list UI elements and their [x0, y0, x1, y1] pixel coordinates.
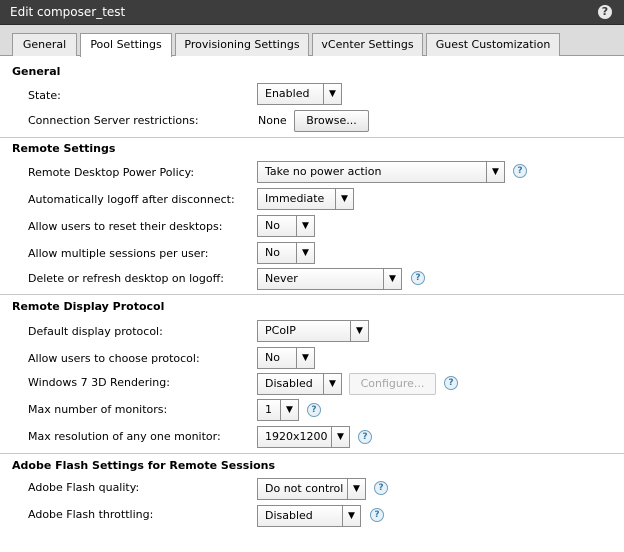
- tab-vcenter-settings[interactable]: vCenter Settings: [312, 33, 423, 56]
- help-icon[interactable]: ?: [598, 5, 612, 19]
- help-icon[interactable]: ?: [307, 403, 321, 417]
- help-icon[interactable]: ?: [444, 376, 458, 390]
- 3d-rendering-label: Windows 7 3D Rendering:: [28, 376, 170, 389]
- multiple-sessions-label: Allow multiple sessions per user:: [28, 247, 209, 260]
- max-monitors-dropdown[interactable]: 1 ▼: [257, 399, 299, 421]
- section-title-adobe-flash: Adobe Flash Settings for Remote Sessions: [12, 459, 276, 472]
- help-icon[interactable]: ?: [411, 271, 425, 285]
- max-monitors-label: Max number of monitors:: [28, 403, 168, 416]
- display-protocol-dropdown[interactable]: PCoIP ▼: [257, 320, 369, 342]
- chevron-down-icon: ▼: [323, 84, 341, 104]
- state-label: State:: [28, 89, 61, 102]
- connection-server-value: None: [258, 114, 287, 127]
- browse-button[interactable]: Browse...: [294, 110, 369, 132]
- connection-server-label: Connection Server restrictions:: [28, 114, 199, 127]
- chevron-down-icon: ▼: [296, 216, 314, 236]
- tab-provisioning-settings[interactable]: Provisioning Settings: [175, 33, 309, 56]
- chevron-down-icon: ▼: [486, 162, 504, 182]
- flash-quality-value: Do not control: [265, 482, 344, 495]
- tab-pool-settings[interactable]: Pool Settings: [80, 33, 172, 57]
- chevron-down-icon: ▼: [347, 479, 365, 499]
- logoff-label: Automatically logoff after disconnect:: [28, 193, 235, 206]
- flash-throttling-label: Adobe Flash throttling:: [28, 508, 154, 521]
- display-protocol-value: PCoIP: [265, 324, 296, 337]
- divider: [0, 294, 624, 295]
- chevron-down-icon: ▼: [383, 269, 401, 289]
- help-icon[interactable]: ?: [513, 164, 527, 178]
- help-icon[interactable]: ?: [374, 481, 388, 495]
- logoff-value: Immediate: [265, 192, 325, 205]
- chevron-down-icon: ▼: [323, 374, 341, 394]
- help-icon[interactable]: ?: [358, 430, 372, 444]
- power-policy-dropdown[interactable]: Take no power action ▼: [257, 161, 505, 183]
- configure-button[interactable]: Configure...: [349, 373, 436, 395]
- multiple-sessions-dropdown[interactable]: No ▼: [257, 242, 315, 264]
- state-value: Enabled: [265, 87, 310, 100]
- chevron-down-icon: ▼: [280, 400, 298, 420]
- section-title-remote-settings: Remote Settings: [12, 142, 116, 155]
- divider: [0, 137, 624, 138]
- multiple-sessions-value: No: [265, 246, 280, 259]
- refresh-desktop-value: Never: [265, 272, 298, 285]
- choose-protocol-dropdown[interactable]: No ▼: [257, 347, 315, 369]
- max-resolution-dropdown[interactable]: 1920x1200 ▼: [257, 426, 350, 448]
- tab-bar: General Pool Settings Provisioning Setti…: [0, 25, 624, 57]
- window-titlebar: Edit composer_test ?: [0, 0, 624, 25]
- tab-guest-customization[interactable]: Guest Customization: [426, 33, 560, 56]
- 3d-rendering-value: Disabled: [265, 377, 313, 390]
- help-icon[interactable]: ?: [370, 508, 384, 522]
- section-title-remote-display-protocol: Remote Display Protocol: [12, 300, 165, 313]
- display-protocol-label: Default display protocol:: [28, 325, 163, 338]
- flash-quality-label: Adobe Flash quality:: [28, 481, 140, 494]
- chevron-down-icon: ▼: [335, 189, 353, 209]
- tab-general[interactable]: General: [12, 33, 77, 56]
- 3d-rendering-dropdown[interactable]: Disabled ▼: [257, 373, 342, 395]
- chevron-down-icon: ▼: [350, 321, 368, 341]
- flash-quality-dropdown[interactable]: Do not control ▼: [257, 478, 366, 500]
- chevron-down-icon: ▼: [331, 427, 349, 447]
- refresh-desktop-label: Delete or refresh desktop on logoff:: [28, 272, 224, 285]
- chevron-down-icon: ▼: [342, 506, 360, 526]
- reset-desktops-dropdown[interactable]: No ▼: [257, 215, 315, 237]
- refresh-desktop-dropdown[interactable]: Never ▼: [257, 268, 402, 290]
- max-monitors-value: 1: [265, 403, 272, 416]
- max-resolution-label: Max resolution of any one monitor:: [28, 430, 221, 443]
- window-title: Edit composer_test: [10, 5, 126, 19]
- divider: [0, 453, 624, 454]
- state-dropdown[interactable]: Enabled ▼: [257, 83, 342, 105]
- chevron-down-icon: ▼: [296, 243, 314, 263]
- pool-settings-panel: General State: Enabled ▼ Connection Serv…: [0, 56, 624, 552]
- logoff-dropdown[interactable]: Immediate ▼: [257, 188, 354, 210]
- power-policy-value: Take no power action: [265, 165, 382, 178]
- power-policy-label: Remote Desktop Power Policy:: [28, 166, 195, 179]
- chevron-down-icon: ▼: [296, 348, 314, 368]
- reset-desktops-label: Allow users to reset their desktops:: [28, 220, 223, 233]
- choose-protocol-value: No: [265, 351, 280, 364]
- choose-protocol-label: Allow users to choose protocol:: [28, 352, 200, 365]
- flash-throttling-dropdown[interactable]: Disabled ▼: [257, 505, 361, 527]
- reset-desktops-value: No: [265, 219, 280, 232]
- max-resolution-value: 1920x1200: [265, 430, 328, 443]
- section-title-general: General: [12, 65, 61, 78]
- flash-throttling-value: Disabled: [265, 509, 313, 522]
